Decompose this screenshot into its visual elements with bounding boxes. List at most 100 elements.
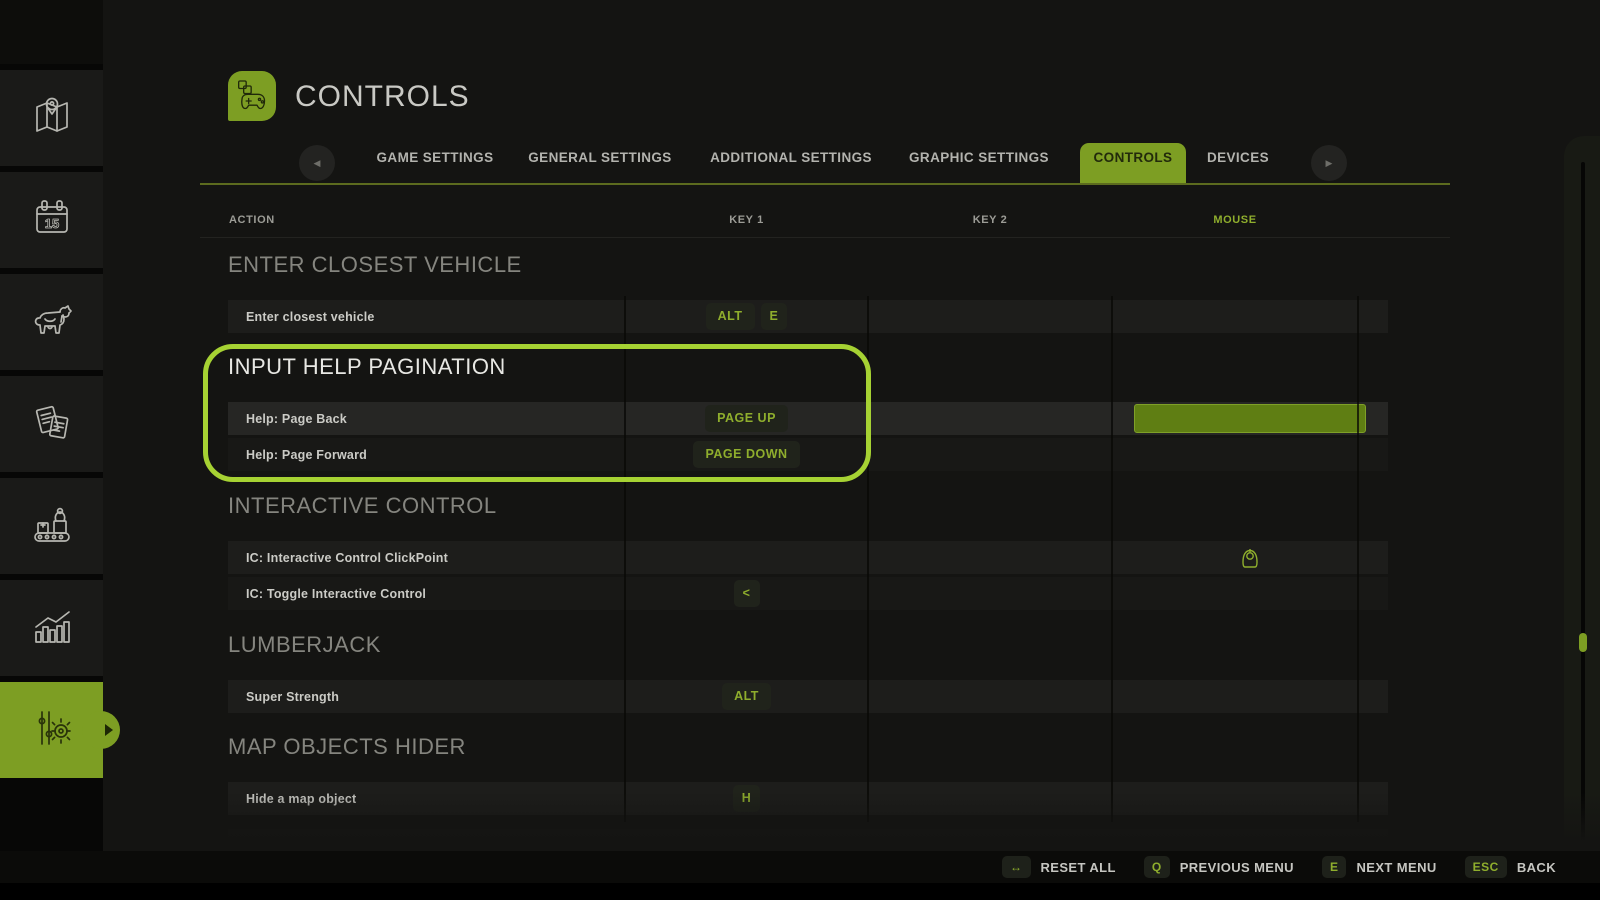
key1-cell[interactable]: PAGE UP <box>625 402 868 435</box>
q-key-chip: Q <box>1144 856 1170 878</box>
back-label: BACK <box>1517 860 1556 875</box>
column-separator <box>624 296 626 822</box>
statistics-icon <box>28 602 76 655</box>
table-row-hide-map-object[interactable]: Hide a map object H <box>228 782 1388 815</box>
action-label: Hide a map object <box>228 792 625 806</box>
sidebar-item-calendar[interactable]: 15 <box>0 172 103 268</box>
key1-cell[interactable] <box>625 541 868 574</box>
key2-cell[interactable] <box>868 438 1112 471</box>
mouse-cell[interactable] <box>1112 438 1388 471</box>
key-chip[interactable]: PAGE UP <box>705 405 788 432</box>
mouse-cell[interactable] <box>1112 782 1388 815</box>
reset-all-label: RESET ALL <box>1041 860 1116 875</box>
controls-settings-screen: 15 <box>0 0 1600 900</box>
e-key-chip: E <box>1322 856 1347 878</box>
sidebar-item-map[interactable] <box>0 70 103 166</box>
sidebar-item-production[interactable] <box>0 478 103 574</box>
section-title-input-help-pagination: INPUT HELP PAGINATION <box>228 354 506 380</box>
next-menu-label: NEXT MENU <box>1356 860 1436 875</box>
column-separator <box>1357 296 1359 822</box>
tab-additional-settings[interactable]: ADDITIONAL SETTINGS <box>698 150 884 165</box>
column-separator <box>867 296 869 822</box>
tab-general-settings[interactable]: GENERAL SETTINGS <box>520 150 680 165</box>
backspace-key-icon: ↔ <box>1002 856 1031 878</box>
partial-next-row <box>228 829 1388 838</box>
key-chip[interactable]: ALT <box>722 683 771 710</box>
controls-page-icon <box>228 71 276 121</box>
chevron-left-icon: ◀ <box>314 158 321 169</box>
footer-bar: ↔ RESET ALL Q PREVIOUS MENU E NEXT MENU … <box>0 851 1600 883</box>
mouse-cell[interactable] <box>1112 402 1388 435</box>
previous-menu-button[interactable]: Q PREVIOUS MENU <box>1144 856 1294 878</box>
table-row-ic-toggle[interactable]: IC: Toggle Interactive Control < <box>228 577 1388 610</box>
key2-cell[interactable] <box>868 300 1112 333</box>
key-chip[interactable]: ALT <box>706 303 755 330</box>
sidebar-item-contracts[interactable] <box>0 376 103 472</box>
key1-cell[interactable]: ALT E <box>625 300 868 333</box>
action-label: Help: Page Forward <box>228 448 625 462</box>
back-button[interactable]: ESC BACK <box>1465 856 1556 878</box>
selected-binding-cell[interactable] <box>1134 404 1366 433</box>
chevron-right-icon: ▶ <box>1326 158 1333 169</box>
key2-cell[interactable] <box>868 541 1112 574</box>
scrollbar-thumb[interactable] <box>1579 633 1587 652</box>
column-separator <box>1111 296 1113 822</box>
table-row-help-page-forward[interactable]: Help: Page Forward PAGE DOWN <box>228 438 1388 471</box>
calendar-day-label: 15 <box>44 216 58 231</box>
tabs-prev-button[interactable]: ◀ <box>299 145 335 181</box>
active-tab-bump <box>82 711 120 749</box>
mouse-icon <box>1242 548 1258 568</box>
tab-controls[interactable]: CONTROLS <box>1080 143 1186 185</box>
tabs-next-button[interactable]: ▶ <box>1311 145 1347 181</box>
key2-cell[interactable] <box>868 680 1112 713</box>
sidebar-item-animals[interactable] <box>0 274 103 370</box>
key1-cell[interactable]: < <box>625 577 868 610</box>
section-title-enter-closest-vehicle: ENTER CLOSEST VEHICLE <box>228 252 522 278</box>
action-label: IC: Interactive Control ClickPoint <box>228 551 625 565</box>
key2-cell[interactable] <box>868 402 1112 435</box>
action-label: Help: Page Back <box>228 412 625 426</box>
sidebar-top-strip <box>0 0 103 64</box>
key-chip[interactable]: H <box>733 785 761 812</box>
reset-all-button[interactable]: ↔ RESET ALL <box>1002 856 1116 878</box>
column-header-key1: KEY 1 <box>625 214 868 226</box>
sidebar: 15 <box>0 0 103 900</box>
key-chip[interactable]: < <box>734 580 760 607</box>
sidebar-item-settings[interactable] <box>0 682 103 778</box>
mouse-cell[interactable] <box>1112 680 1388 713</box>
tab-controls-label: CONTROLS <box>1080 150 1186 165</box>
section-title-lumberjack: LUMBERJACK <box>228 632 381 658</box>
calendar-icon: 15 <box>28 194 76 247</box>
esc-key-chip: ESC <box>1465 856 1507 878</box>
table-row-ic-clickpoint[interactable]: IC: Interactive Control ClickPoint <box>228 541 1388 574</box>
tab-game-settings[interactable]: GAME SETTINGS <box>355 150 515 165</box>
key2-cell[interactable] <box>868 782 1112 815</box>
settings-icon <box>28 704 76 757</box>
key-chip[interactable]: E <box>761 303 788 330</box>
table-row-help-page-back[interactable]: Help: Page Back PAGE UP <box>228 402 1388 435</box>
tab-underline <box>200 183 1450 185</box>
key1-cell[interactable]: PAGE DOWN <box>625 438 868 471</box>
mouse-cell[interactable] <box>1112 541 1388 574</box>
scrollbar <box>1564 136 1600 872</box>
sidebar-item-statistics[interactable] <box>0 580 103 676</box>
mouse-cell[interactable] <box>1112 577 1388 610</box>
table-row-enter-closest-vehicle[interactable]: Enter closest vehicle ALT E <box>228 300 1388 333</box>
key1-cell[interactable]: ALT <box>625 680 868 713</box>
gamepad-icon <box>232 76 272 116</box>
bottom-strip <box>0 883 1600 900</box>
key2-cell[interactable] <box>868 577 1112 610</box>
action-label: IC: Toggle Interactive Control <box>228 587 625 601</box>
mouse-cell[interactable] <box>1112 300 1388 333</box>
column-header-key2: KEY 2 <box>868 214 1112 226</box>
column-header-mouse: MOUSE <box>1112 214 1358 226</box>
active-indicator-arrow-icon <box>105 724 113 736</box>
key1-cell[interactable]: H <box>625 782 868 815</box>
tab-devices[interactable]: DEVICES <box>1192 150 1284 165</box>
key-chip[interactable]: PAGE DOWN <box>693 441 799 468</box>
next-menu-button[interactable]: E NEXT MENU <box>1322 856 1437 878</box>
scrollbar-track[interactable] <box>1581 162 1585 846</box>
column-header-action: ACTION <box>229 214 275 226</box>
table-row-super-strength[interactable]: Super Strength ALT <box>228 680 1388 713</box>
tab-graphic-settings[interactable]: GRAPHIC SETTINGS <box>892 150 1066 165</box>
